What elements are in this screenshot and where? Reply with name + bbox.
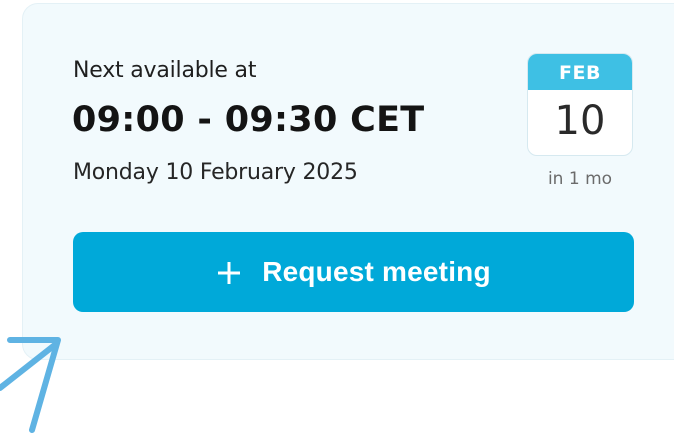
calendar-badge: FEB 10 [527, 53, 633, 156]
plus-icon [216, 260, 242, 286]
calendar-relative-time: in 1 mo [547, 169, 613, 189]
calendar-month: FEB [528, 54, 632, 90]
time-range: 09:00 - 09:30 CET [72, 100, 425, 140]
request-meeting-button[interactable]: Request meeting [73, 232, 634, 312]
page: Next available at 09:00 - 09:30 CET Mond… [0, 0, 674, 438]
arrow-icon [0, 337, 61, 433]
next-available-label: Next available at [73, 58, 257, 83]
availability-date: Monday 10 February 2025 [73, 160, 358, 185]
calendar-day: 10 [554, 98, 606, 144]
request-meeting-label: Request meeting [262, 256, 491, 287]
